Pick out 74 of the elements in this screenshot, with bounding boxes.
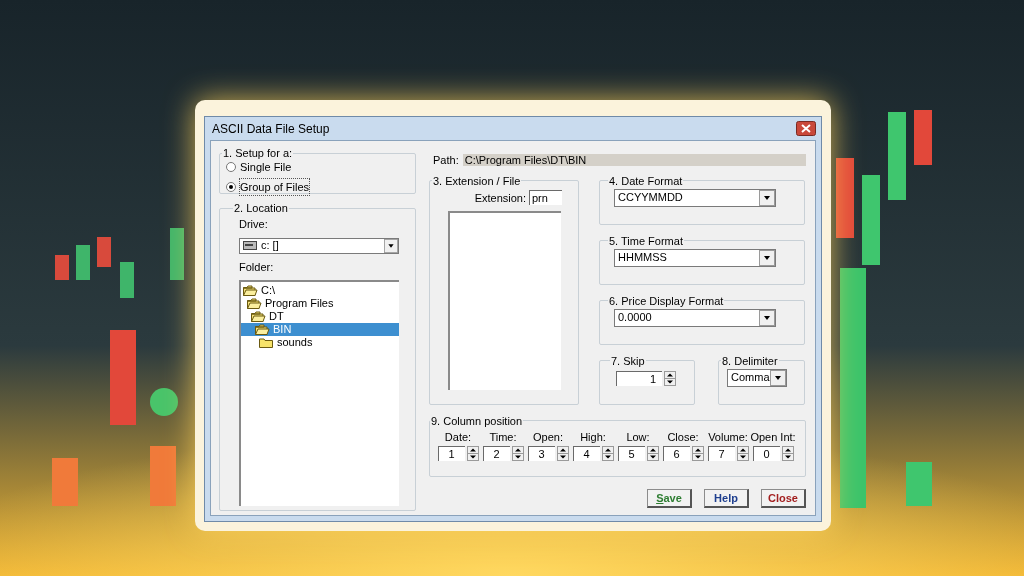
field-label: Volume: [708, 429, 748, 445]
window-title: ASCII Data File Setup [212, 120, 330, 138]
folder-icon [247, 298, 262, 309]
field-label: Path: [433, 153, 459, 168]
spinner-arrows-icon[interactable] [556, 446, 569, 461]
number-field[interactable]: 1 [437, 446, 465, 461]
dropdown[interactable]: 0.0000 [614, 308, 776, 327]
field-label: Open: [533, 429, 563, 445]
dialog-button[interactable]: Close [761, 488, 806, 508]
spinner-arrows-icon[interactable] [466, 446, 479, 461]
number-field[interactable]: 4 [572, 446, 600, 461]
folder-item[interactable]: C:\ [241, 284, 399, 297]
folder-icon [255, 324, 270, 335]
dialog-button[interactable]: Save [647, 488, 692, 508]
number-field[interactable]: 1 [616, 370, 662, 386]
number-field[interactable]: 2 [482, 446, 510, 461]
field-label: Time: [489, 429, 517, 445]
field-label: Date: [444, 429, 472, 445]
folder-icon [251, 311, 266, 322]
group-label: 7. Skip [610, 354, 646, 367]
group-label: 5. Time Format [608, 234, 684, 247]
spinner-arrows-icon[interactable] [691, 446, 704, 461]
candle [906, 462, 932, 506]
radio-button[interactable] [226, 162, 236, 173]
dropdown[interactable]: Comma [727, 368, 787, 387]
group-label: 9. Column position [430, 414, 524, 427]
field-label: Low: [626, 429, 650, 445]
folder-icon [243, 285, 258, 296]
extension-field[interactable]: prn [529, 190, 562, 206]
drive-dropdown[interactable]: c: [] [239, 237, 399, 254]
candle [55, 255, 69, 280]
field-label: Drive: [239, 217, 269, 232]
folder-item[interactable]: Program Files [241, 297, 399, 310]
field-label: Open Int: [750, 429, 796, 445]
spinner-arrows-icon[interactable] [781, 446, 794, 461]
group-label: 4. Date Format [608, 174, 684, 187]
spinner-arrows-icon[interactable] [736, 446, 749, 461]
number-field[interactable]: 7 [707, 446, 735, 461]
candle [97, 237, 111, 267]
number-field[interactable]: 6 [662, 446, 690, 461]
field-label: Extension: [474, 190, 526, 206]
dropdown[interactable]: HHMMSS [614, 248, 776, 267]
candle [914, 110, 932, 165]
folder-item[interactable]: DT [241, 310, 399, 323]
candle [170, 228, 184, 280]
candle [120, 262, 134, 298]
candle [52, 458, 78, 506]
marker-dot [150, 388, 178, 416]
field-label: High: [580, 429, 606, 445]
drive-icon [243, 241, 257, 250]
candle [150, 446, 176, 506]
number-field[interactable]: 5 [617, 446, 645, 461]
group-label: 8. Delimiter [721, 354, 779, 367]
dialog-button[interactable]: Help [704, 488, 749, 508]
spinner-arrows-icon[interactable] [664, 370, 676, 386]
number-field[interactable]: 0 [752, 446, 780, 461]
group-label: 2. Location [233, 202, 289, 214]
close-icon[interactable] [796, 121, 816, 136]
folder-item[interactable]: sounds [241, 336, 399, 349]
dropdown[interactable]: CCYYMMDD [614, 188, 776, 207]
candle [76, 245, 90, 280]
spinner-arrows-icon[interactable] [511, 446, 524, 461]
group-label: 3. Extension / File [432, 174, 522, 187]
field-label: Close: [667, 429, 699, 445]
radio-button[interactable] [226, 181, 236, 192]
group-label: 6. Price Display Format [608, 294, 725, 307]
group-label: 1. Setup for a: [222, 147, 294, 159]
field-label: Folder: [239, 259, 275, 275]
path-display: C:\Program Files\DT\BIN [462, 154, 806, 167]
number-field[interactable]: 3 [527, 446, 555, 461]
radio-label: Single File [240, 160, 292, 175]
radio-label: Group of Files [240, 178, 310, 195]
spinner-arrows-icon[interactable] [646, 446, 659, 461]
spinner-arrows-icon[interactable] [601, 446, 614, 461]
